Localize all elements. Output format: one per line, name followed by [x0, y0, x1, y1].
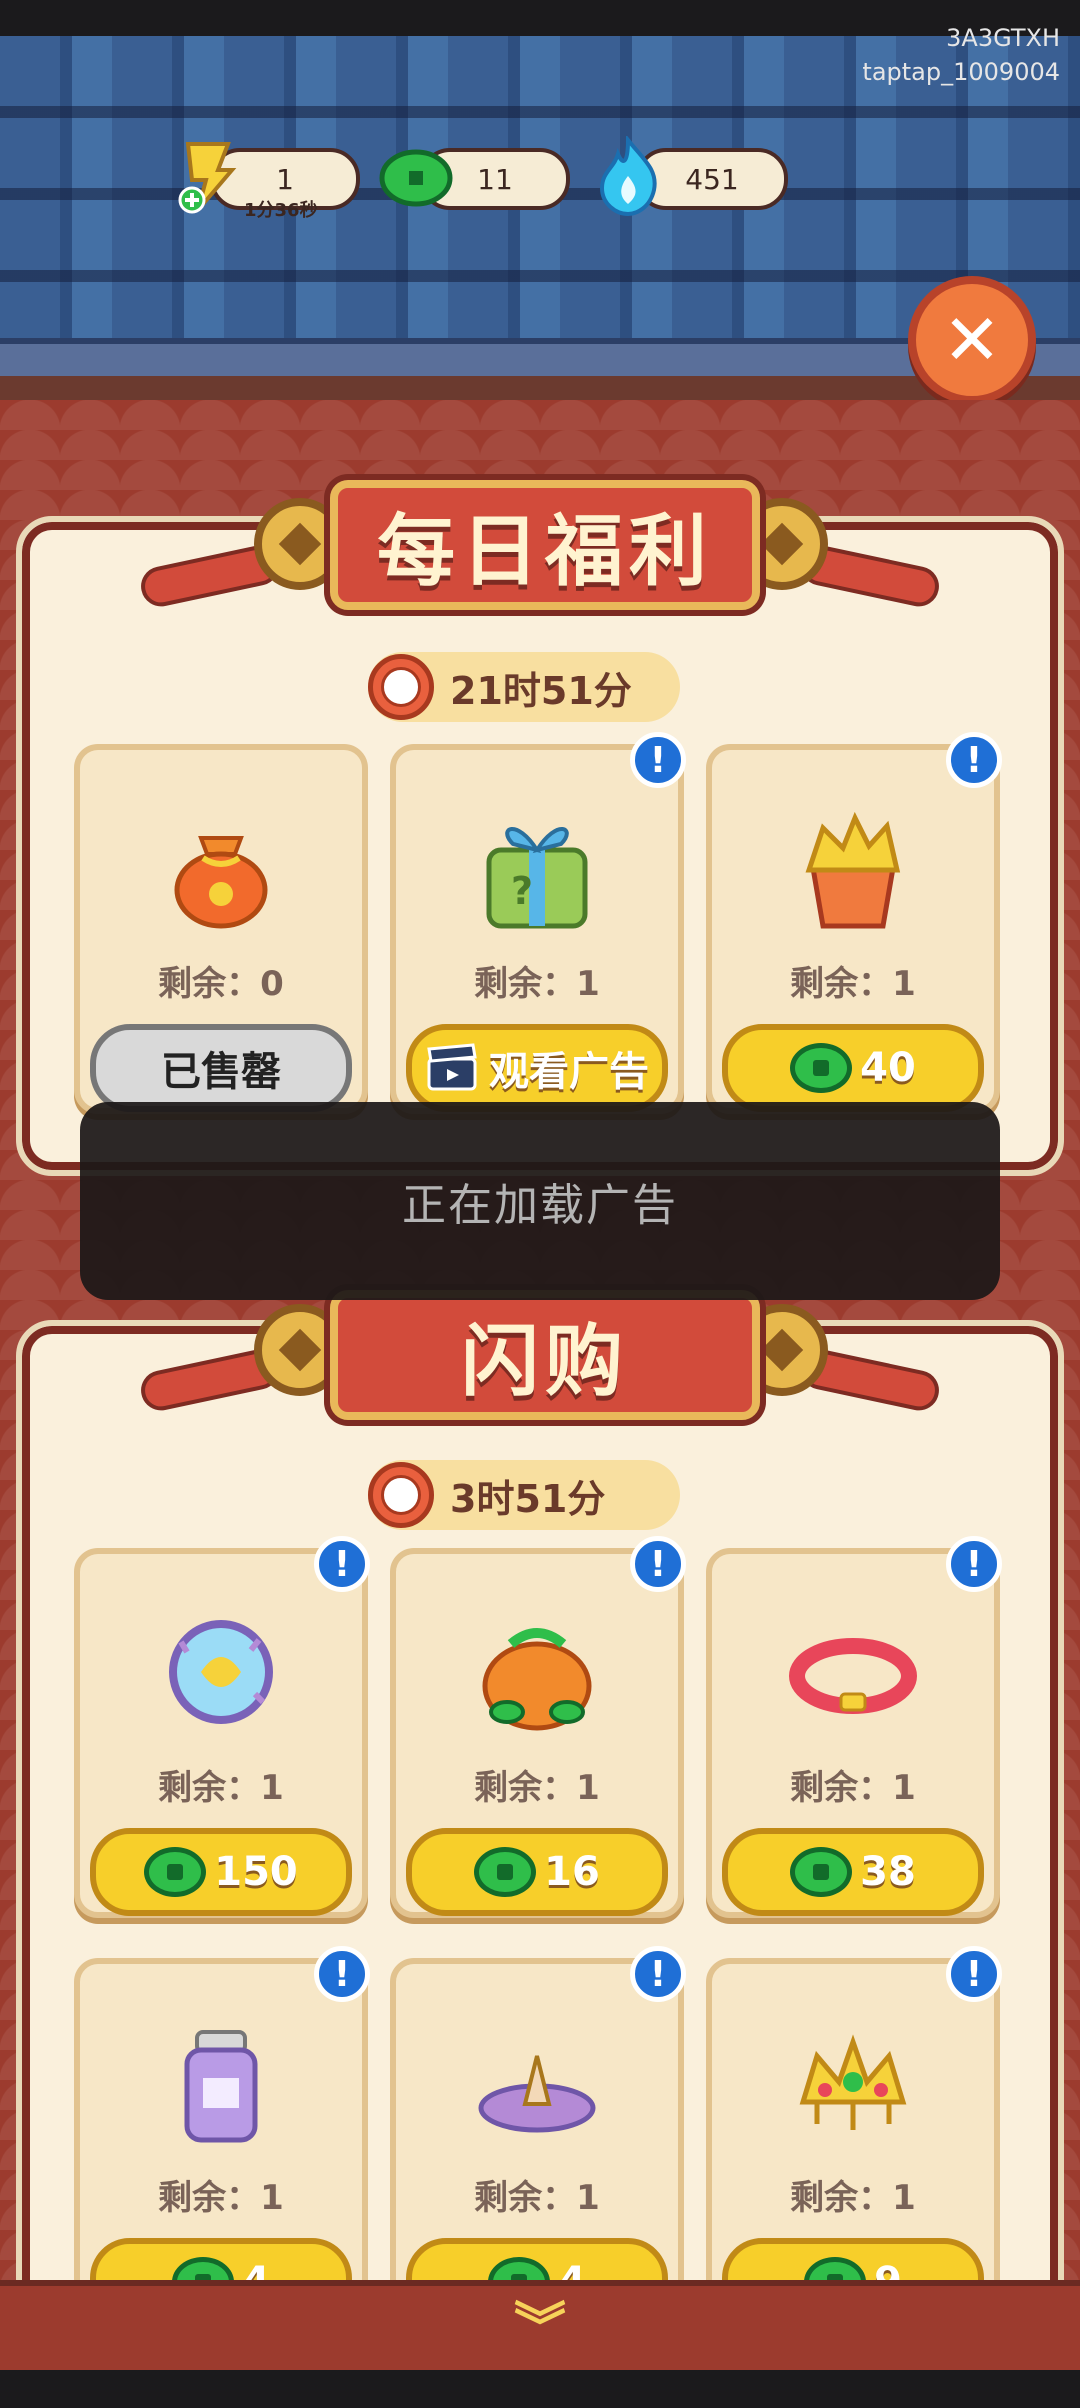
stamina-timer: 1分36秒 [244, 200, 318, 221]
close-button[interactable]: ✕ [908, 276, 1036, 404]
jade-coin-icon [474, 1847, 537, 1897]
jade-coin-icon [379, 149, 453, 207]
buy-button[interactable]: 16 [406, 1828, 668, 1916]
blue-flame-icon [599, 136, 657, 216]
flash-item-card[interactable]: ! 剩余：1 9 [706, 1946, 1002, 2328]
remaining-label: 剩余：1 [790, 964, 916, 1004]
flash-item-card[interactable]: ! 剩余：1 150 [74, 1536, 370, 1918]
golden-crown-icon [799, 2034, 907, 2130]
daily-item-card[interactable]: 剩余：0 已售罄 [74, 744, 368, 1114]
alert-badge: ! [630, 1536, 686, 1592]
flash-banner: 闪购 [330, 1290, 760, 1420]
incense-burner-icon [478, 2055, 596, 2133]
remaining-label: 剩余：0 [158, 964, 284, 1004]
flash-item-card[interactable]: ! 剩余：1 16 [390, 1536, 686, 1918]
alert-badge: ! [946, 1536, 1002, 1592]
alert-badge: ! [630, 732, 686, 788]
jade-coin-icon [144, 1847, 207, 1897]
daily-timer-text: 21时51分 [450, 668, 632, 713]
remaining-label: 剩余：1 [158, 1768, 284, 1808]
sold-out-button[interactable]: 已售罄 [90, 1024, 352, 1112]
alert-badge: ! [946, 732, 1002, 788]
flash-timer: 3时51分 [368, 1460, 680, 1530]
price-label: 150 [214, 1849, 298, 1895]
sold-out-label: 已售罄 [161, 1049, 281, 1095]
jade-value: 11 [477, 162, 513, 196]
flash-item-card[interactable]: ! 剩余：1 38 [706, 1536, 1002, 1918]
overlay-code-2: taptap_1009004 [862, 58, 1060, 86]
alert-badge: ! [314, 1946, 370, 2002]
remaining-label: 剩余：1 [790, 2178, 916, 2218]
buy-button[interactable]: 150 [90, 1828, 352, 1916]
jade-coin-icon [790, 1847, 853, 1897]
price-label: 40 [860, 1045, 916, 1091]
daily-title: 每日福利 [376, 507, 713, 597]
stamina-value: 1 [276, 162, 294, 196]
timer-icon [368, 654, 434, 720]
flame-value: 451 [685, 162, 739, 196]
jade-coin-icon [790, 1043, 853, 1093]
remaining-label: 剩余：1 [474, 2178, 600, 2218]
bottom-edge [0, 2370, 1080, 2408]
lightning-scroll-icon [178, 142, 237, 214]
watch-ad-button[interactable]: 观看广告 [406, 1024, 668, 1112]
buy-button[interactable]: 40 [722, 1024, 984, 1112]
flash-item-card[interactable]: ! 剩余：1 4 [74, 1946, 370, 2328]
remaining-label: 剩余：1 [158, 2178, 284, 2218]
toast-text: 正在加载广告 [402, 1180, 678, 1231]
overlay-code-1: 3A3GTXH [946, 24, 1060, 52]
remaining-label: 剩余：1 [474, 964, 600, 1004]
daily-item-card[interactable]: ! 剩余：1 40 [706, 732, 1002, 1114]
treasure-bag-icon [482, 1628, 592, 1731]
close-icon: ✕ [942, 299, 1002, 381]
flash-timer-text: 3时51分 [450, 1476, 606, 1521]
buy-button[interactable]: 38 [722, 1828, 984, 1916]
daily-banner: 每日福利 [330, 480, 760, 610]
clapperboard-icon [427, 1043, 477, 1091]
price-label: 16 [544, 1849, 600, 1895]
remaining-label: 剩余：1 [474, 1768, 600, 1808]
alert-badge: ! [946, 1946, 1002, 2002]
loading-ad-toast: 正在加载广告 [80, 1102, 1000, 1300]
price-label: 38 [860, 1849, 916, 1895]
flash-item-card[interactable]: ! 剩余：1 4 [390, 1946, 686, 2328]
svg-text:?: ? [511, 869, 533, 913]
lucky-bag-icon [174, 836, 268, 929]
alert-badge: ! [314, 1536, 370, 1592]
flash-title: 闪购 [460, 1317, 629, 1407]
red-bracelet-icon [789, 1638, 917, 1714]
crystal-orb-icon [169, 1620, 273, 1724]
scroll-down-bar[interactable]: ︾ [0, 2280, 1080, 2370]
daily-item-card[interactable]: ! ? 剩余：1 观看广告 [390, 732, 686, 1114]
timer-icon [368, 1462, 434, 1528]
gold-ingots-bucket-icon [805, 811, 901, 929]
remaining-label: 剩余：1 [790, 1768, 916, 1808]
mystery-gift-icon: ? [486, 827, 588, 929]
alert-badge: ! [630, 1946, 686, 2002]
double-chevron-down-icon: ︾ [513, 2298, 566, 2358]
watch-ad-label: 观看广告 [489, 1049, 649, 1095]
purple-jar-icon [184, 2030, 258, 2143]
daily-timer: 21时51分 [368, 652, 680, 722]
